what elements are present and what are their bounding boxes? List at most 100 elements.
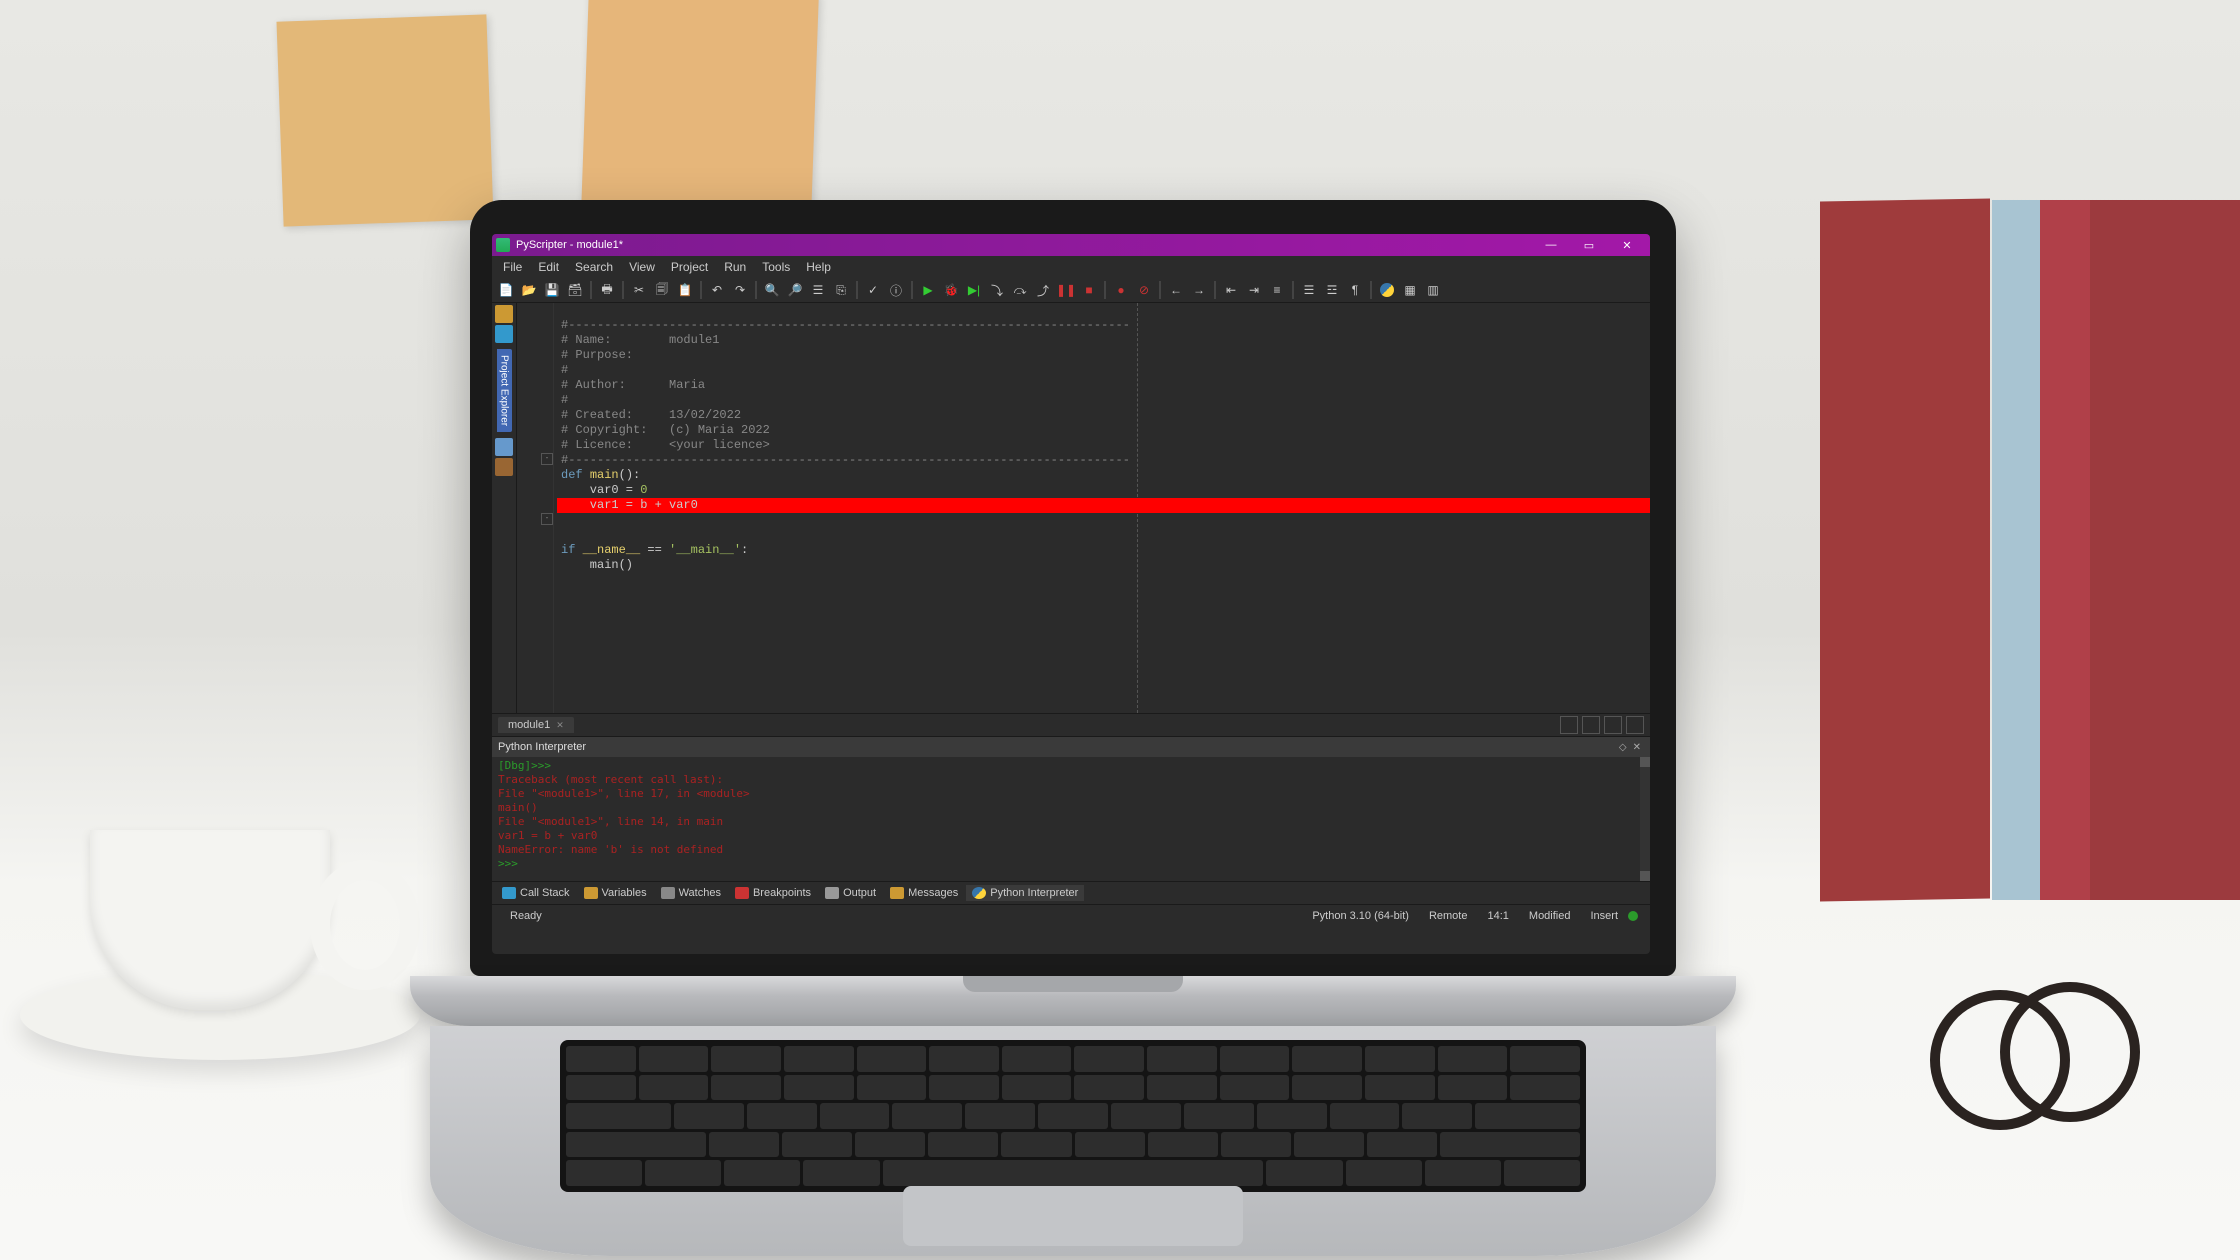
menu-edit[interactable]: Edit [531, 258, 566, 276]
menu-tools[interactable]: Tools [755, 258, 797, 276]
close-button[interactable]: ✕ [1608, 239, 1646, 252]
pyscripter-window: PyScripter - module1* — ▭ ✕ File Edit Se… [492, 234, 1650, 954]
toolbar: 📄 📂 💾 🗃 🖶 ✂ 🗐 📋 ↶ ↷ 🔍 🔎 ☰ ⎘ ✓ [492, 278, 1650, 303]
tab-watches[interactable]: Watches [655, 885, 727, 901]
minimize-button[interactable]: — [1532, 239, 1570, 251]
project-explorer-tab[interactable]: Project Explorer [497, 349, 512, 432]
sticky-note [581, 0, 819, 219]
books [1820, 160, 2240, 900]
menu-run[interactable]: Run [717, 258, 753, 276]
print-icon[interactable]: 🖶 [597, 280, 617, 300]
editor-tabbar: module1 ✕ [492, 713, 1650, 736]
layout-icon[interactable]: ▦ [1400, 280, 1420, 300]
status-ready: Ready [500, 910, 552, 922]
breakpoint-icon[interactable]: ● [1111, 280, 1131, 300]
pause-icon[interactable]: ❚❚ [1056, 280, 1076, 300]
paste-icon[interactable]: 📋 [675, 280, 695, 300]
menu-view[interactable]: View [622, 258, 662, 276]
close-tab-icon[interactable]: ✕ [556, 720, 564, 731]
tab-callstack[interactable]: Call Stack [496, 885, 576, 901]
layout2-icon[interactable]: ▥ [1423, 280, 1443, 300]
workspace: Project Explorer - - #------------------… [492, 303, 1650, 713]
window-icon[interactable] [1582, 716, 1600, 734]
status-python: Python 3.10 (64-bit) [1302, 910, 1419, 922]
stop-icon[interactable]: ■ [1079, 280, 1099, 300]
indent-icon[interactable]: ⇥ [1244, 280, 1264, 300]
search-icon[interactable]: 🔍 [762, 280, 782, 300]
debug-icon[interactable]: 🐞 [941, 280, 961, 300]
interpreter-title: Python Interpreter [498, 741, 586, 753]
bookmark-icon[interactable]: ☲ [1322, 280, 1342, 300]
tab-variables[interactable]: Variables [578, 885, 653, 901]
new-icon[interactable]: 📄 [496, 280, 516, 300]
interpreter-header[interactable]: Python Interpreter ◇ ✕ [492, 736, 1650, 757]
code-editor[interactable]: - - #-----------------------------------… [517, 303, 1650, 713]
run-icon[interactable]: ▶ [918, 280, 938, 300]
editor-gutter: - - [517, 303, 554, 713]
code-explorer-icon[interactable] [495, 325, 513, 343]
status-modified: Modified [1519, 910, 1581, 922]
tab-breakpoints[interactable]: Breakpoints [729, 885, 817, 901]
file-tab-label: module1 [508, 719, 550, 731]
step-out-icon[interactable]: ⤴ [1033, 280, 1053, 300]
menu-help[interactable]: Help [799, 258, 838, 276]
tab-python-interpreter[interactable]: Python Interpreter [966, 885, 1084, 901]
interpreter-console[interactable]: [Dbg]>>> Traceback (most recent call las… [492, 757, 1650, 881]
run-to-cursor-icon[interactable]: ▶| [964, 280, 984, 300]
error-highlight-line: var1 = b + var0 [557, 498, 1650, 513]
copy-icon[interactable]: 🗐 [652, 280, 672, 300]
replace-icon[interactable]: ☰ [808, 280, 828, 300]
app-icon [496, 238, 510, 252]
sidebar-icon2[interactable] [495, 458, 513, 476]
menu-search[interactable]: Search [568, 258, 620, 276]
sticky-note [276, 14, 493, 226]
save-icon[interactable]: 💾 [542, 280, 562, 300]
syntax-check-icon[interactable]: ✓ [863, 280, 883, 300]
file-tab-module1[interactable]: module1 ✕ [498, 717, 574, 733]
window3-icon[interactable] [1626, 716, 1644, 734]
status-insert: Insert [1580, 910, 1628, 922]
tab-messages[interactable]: Messages [884, 885, 964, 901]
clear-breakpoints-icon[interactable]: ⊘ [1134, 280, 1154, 300]
menu-file[interactable]: File [496, 258, 529, 276]
comment-icon[interactable]: ≡ [1267, 280, 1287, 300]
save-all-icon[interactable]: 🗃 [565, 280, 585, 300]
status-cursor: 14:1 [1477, 910, 1518, 922]
nav-back-icon[interactable]: ← [1166, 280, 1186, 300]
open-icon[interactable]: 📂 [519, 280, 539, 300]
bottom-toolbar: Call Stack Variables Watches Breakpoints… [492, 881, 1650, 904]
split-icon[interactable] [1560, 716, 1578, 734]
step-into-icon[interactable]: ⤵ [987, 280, 1007, 300]
maximize-button[interactable]: ▭ [1570, 239, 1608, 252]
pin-icon[interactable]: ◇ [1616, 742, 1630, 753]
file-explorer-icon[interactable] [495, 305, 513, 323]
scrollbar[interactable] [1640, 757, 1650, 881]
undo-icon[interactable]: ↶ [707, 280, 727, 300]
glasses [1930, 990, 2130, 1110]
laptop: PyScripter - module1* — ▭ ✕ File Edit Se… [470, 200, 1676, 1256]
titlebar[interactable]: PyScripter - module1* — ▭ ✕ [492, 234, 1650, 256]
code-content: #---------------------------------------… [557, 303, 1650, 588]
redo-icon[interactable]: ↷ [730, 280, 750, 300]
info-icon[interactable]: ⓘ [886, 280, 906, 300]
toggle-icon[interactable]: ☰ [1299, 280, 1319, 300]
panel-close-icon[interactable]: ✕ [1630, 742, 1644, 753]
window2-icon[interactable] [1604, 716, 1622, 734]
find-next-icon[interactable]: 🔎 [785, 280, 805, 300]
sidebar-icon[interactable] [495, 438, 513, 456]
paragraph-icon[interactable]: ¶ [1345, 280, 1365, 300]
nav-fwd-icon[interactable]: → [1189, 280, 1209, 300]
fold-icon[interactable]: - [541, 453, 553, 465]
step-over-icon[interactable]: ⤼ [1010, 280, 1030, 300]
outdent-icon[interactable]: ⇤ [1221, 280, 1241, 300]
menubar: File Edit Search View Project Run Tools … [492, 256, 1650, 278]
left-sidebar: Project Explorer [492, 303, 517, 713]
laptop-keyboard [430, 1026, 1716, 1256]
goto-icon[interactable]: ⎘ [831, 280, 851, 300]
python-icon[interactable] [1377, 280, 1397, 300]
status-dot-icon [1628, 911, 1638, 921]
cut-icon[interactable]: ✂ [629, 280, 649, 300]
tab-output[interactable]: Output [819, 885, 882, 901]
menu-project[interactable]: Project [664, 258, 715, 276]
fold-icon[interactable]: - [541, 513, 553, 525]
